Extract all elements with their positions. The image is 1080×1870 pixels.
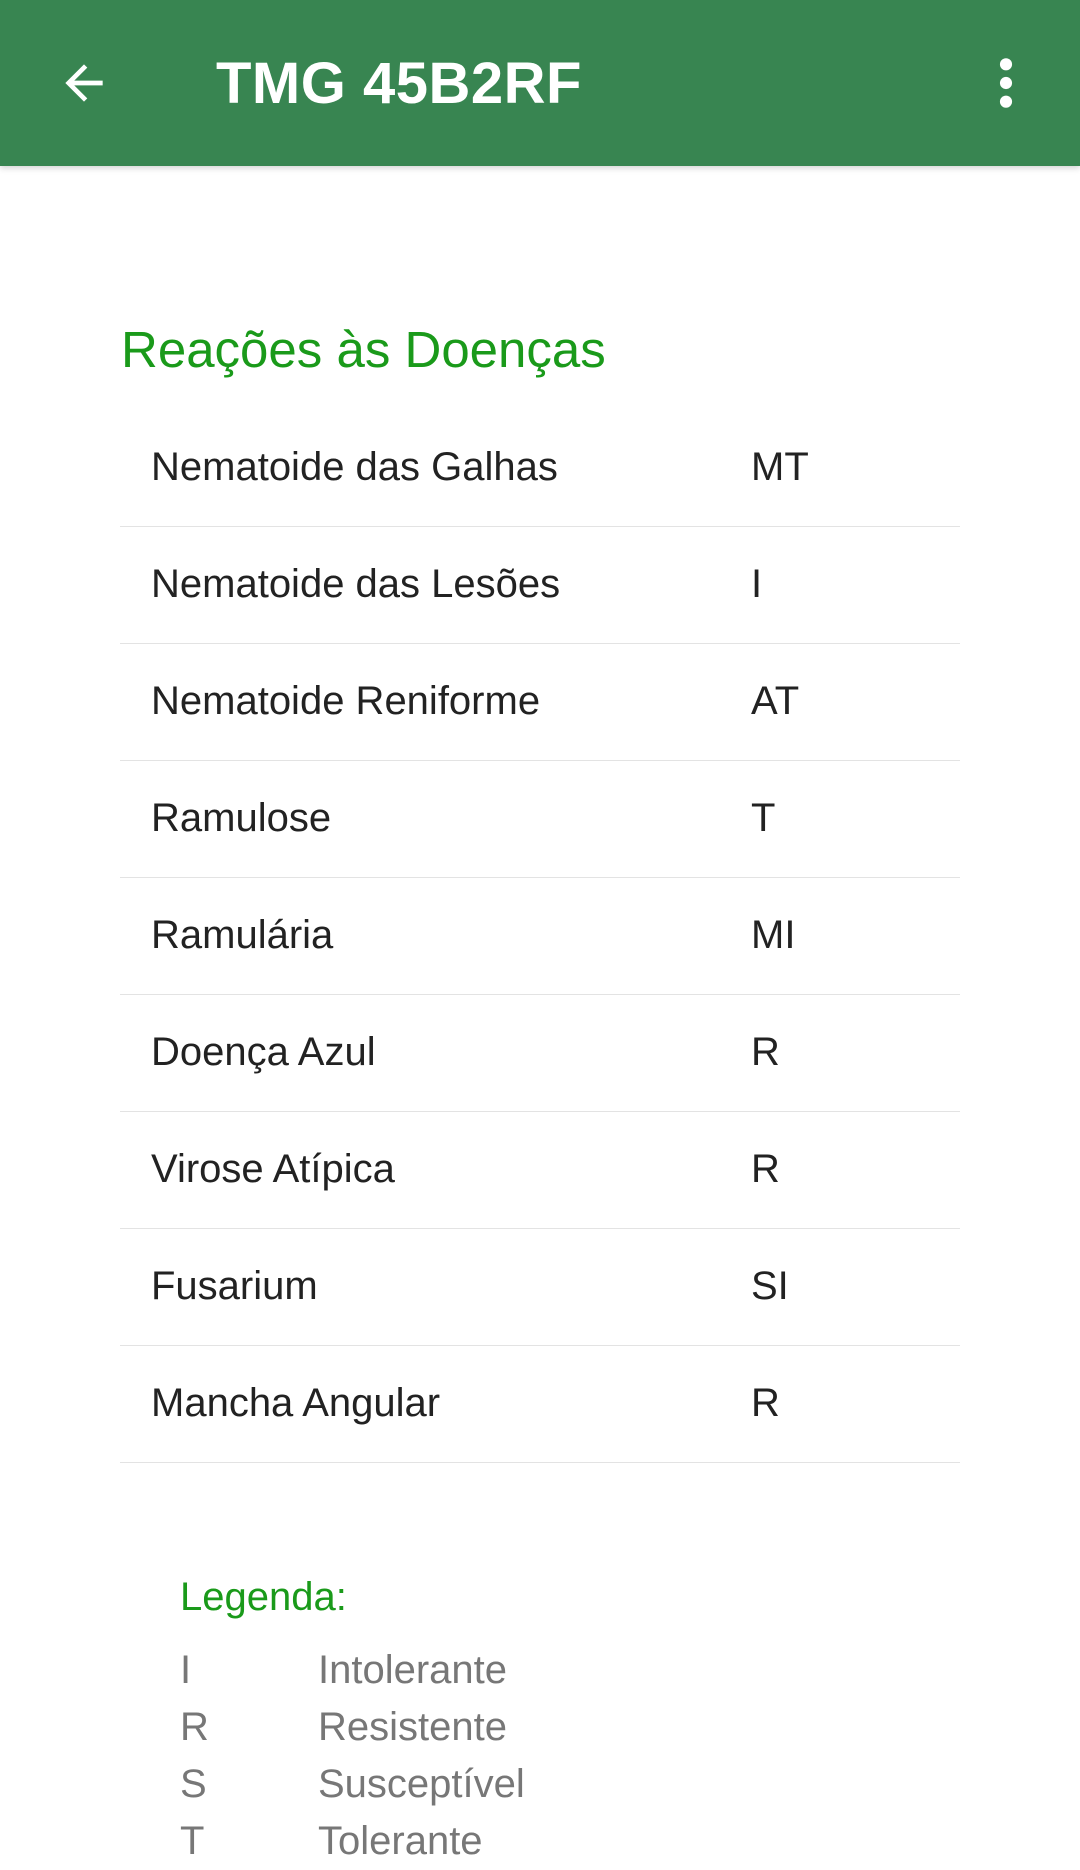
table-row: Ramulose T xyxy=(120,761,960,878)
disease-reaction: I xyxy=(751,562,763,606)
legend-item: S Susceptível xyxy=(180,1756,880,1813)
disease-reaction: R xyxy=(751,1147,780,1191)
legend-code: R xyxy=(180,1705,209,1749)
table-row: Mancha Angular R xyxy=(120,1346,960,1463)
table-row: Virose Atípica R xyxy=(120,1112,960,1229)
legend-description: Tolerante xyxy=(318,1819,483,1863)
more-vertical-icon xyxy=(999,58,1013,108)
legend-code: I xyxy=(180,1648,192,1692)
disease-reaction: MI xyxy=(751,913,796,957)
legend-title: Legenda: xyxy=(180,1575,347,1619)
legend-description: Resistente xyxy=(318,1705,507,1749)
page-title: TMG 45B2RF xyxy=(216,51,582,116)
disease-name: Nematoide das Galhas xyxy=(151,445,558,489)
back-button[interactable] xyxy=(44,43,124,123)
table-row: Fusarium SI xyxy=(120,1229,960,1346)
legend-list: I Intolerante R Resistente S Susceptível… xyxy=(180,1642,880,1870)
table-row: Nematoide das Galhas MT xyxy=(120,410,960,527)
disease-reaction: R xyxy=(751,1381,780,1425)
disease-reaction: AT xyxy=(751,679,800,723)
disease-name: Ramulose xyxy=(151,796,332,840)
legend-item: R Resistente xyxy=(180,1699,880,1756)
disease-reaction: T xyxy=(751,796,776,840)
app-bar: TMG 45B2RF xyxy=(0,0,1080,166)
legend-description: Intolerante xyxy=(318,1648,508,1692)
disease-name: Nematoide Reniforme xyxy=(151,679,541,723)
arrow-left-icon xyxy=(65,64,103,102)
section-title: Reações às Doenças xyxy=(121,321,606,378)
table-row: Nematoide das Lesões I xyxy=(120,527,960,644)
disease-reaction: MT xyxy=(751,445,809,489)
table-row: Ramulária MI xyxy=(120,878,960,995)
disease-reaction: R xyxy=(751,1030,780,1074)
disease-name: Doença Azul xyxy=(151,1030,376,1074)
more-options-button[interactable] xyxy=(966,43,1046,123)
table-row: Nematoide Reniforme AT xyxy=(120,644,960,761)
disease-table: Nematoide das Galhas MT Nematoide das Le… xyxy=(120,410,960,1463)
legend-description: Susceptível xyxy=(318,1762,525,1806)
legend-item: I Intolerante xyxy=(180,1642,880,1699)
legend-code: T xyxy=(180,1819,205,1863)
disease-name: Ramulária xyxy=(151,913,334,957)
disease-name: Mancha Angular xyxy=(151,1381,441,1425)
disease-reaction: SI xyxy=(751,1264,789,1308)
table-row: Doença Azul R xyxy=(120,995,960,1112)
disease-name: Virose Atípica xyxy=(151,1147,395,1191)
legend-code: S xyxy=(180,1762,207,1806)
disease-name: Fusarium xyxy=(151,1264,318,1308)
legend-item: T Tolerante xyxy=(180,1813,880,1870)
disease-name: Nematoide das Lesões xyxy=(151,562,561,606)
